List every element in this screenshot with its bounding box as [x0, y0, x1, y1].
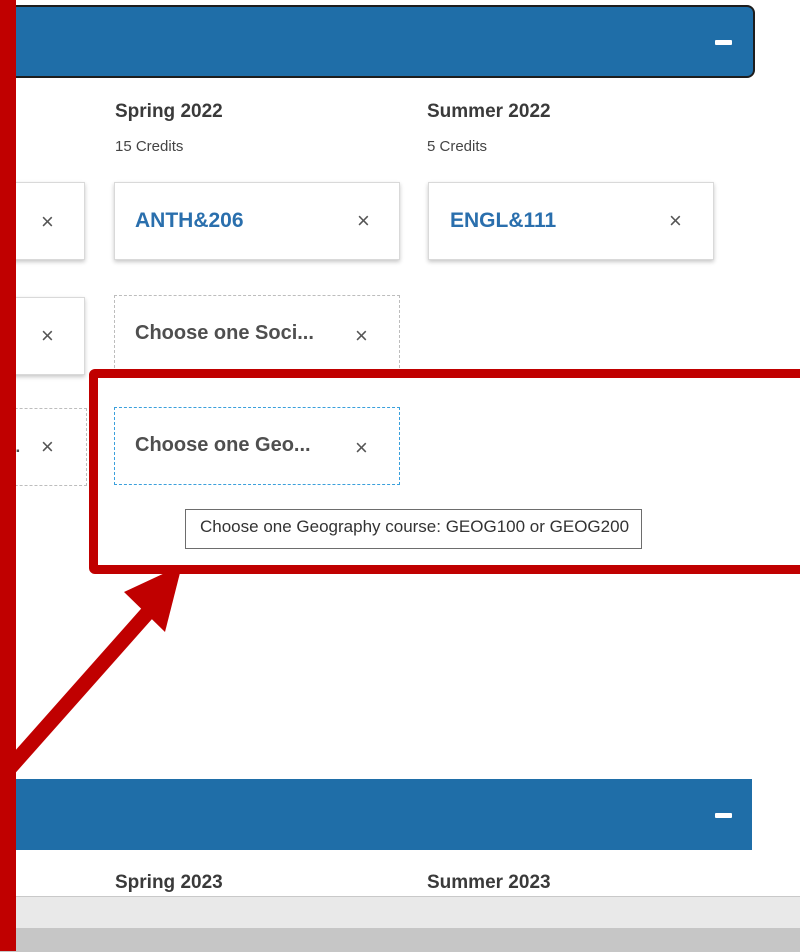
- annotation-arrow: [0, 565, 182, 778]
- arrow-shaft: [0, 602, 158, 778]
